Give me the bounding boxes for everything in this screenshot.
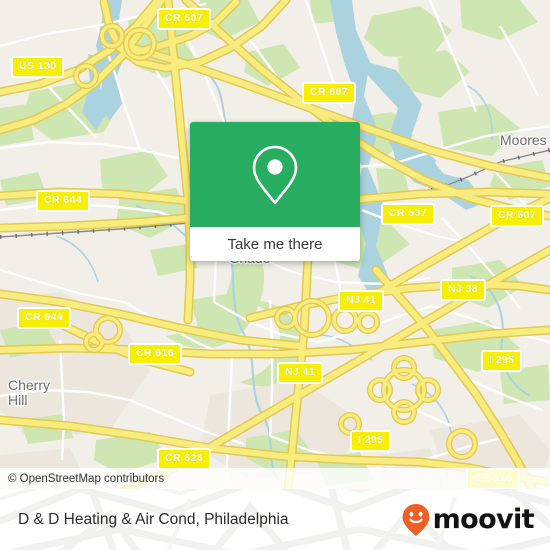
place-title: D & D Heating & Air Cond, Philadelphia <box>18 510 289 528</box>
footer-bar: D & D Heating & Air Cond, Philadelphia m… <box>0 489 550 550</box>
road-shield[interactable]: NJ 38 <box>440 279 487 301</box>
take-me-there-card[interactable]: Take me there <box>190 122 360 261</box>
moovit-place-map-card: Moores Shade Cherry Hill CR 607 US 130 C… <box>0 0 550 550</box>
road-shield[interactable]: NJ 41 <box>277 362 324 384</box>
place-label-cherry-hill: Cherry Hill <box>8 377 51 408</box>
take-me-there-button[interactable]: Take me there <box>190 227 360 261</box>
road-shield[interactable]: CR 537 <box>381 203 436 225</box>
moovit-logo[interactable]: moovit <box>401 503 535 537</box>
road-shield[interactable]: I 295 <box>350 430 392 452</box>
road-shield[interactable]: NJ 41 <box>338 290 385 312</box>
road-shield[interactable]: CR 644 <box>17 307 72 329</box>
road-shield[interactable]: US 130 <box>11 56 65 78</box>
moovit-wordmark: moovit <box>432 504 535 535</box>
road-shield[interactable]: CR 626 <box>157 448 212 470</box>
place-label-moorestown: Moores <box>500 132 547 148</box>
road-shield[interactable]: CR 607 <box>490 205 545 227</box>
map-pin-icon <box>252 145 298 204</box>
road-shield[interactable]: CR 644 <box>36 190 91 212</box>
moovit-pin-smiley-icon <box>402 503 429 536</box>
attribution-text: © OpenStreetMap contributors <box>8 472 165 485</box>
road-shield[interactable]: CR 616 <box>128 343 183 365</box>
map-attribution: © OpenStreetMap contributors <box>0 468 550 489</box>
road-shield[interactable]: CR 607 <box>302 82 357 104</box>
take-me-there-card-image <box>190 122 360 227</box>
take-me-there-label: Take me there <box>227 235 323 253</box>
road-shield[interactable]: CR 607 <box>157 8 212 30</box>
road-shield[interactable]: I 295 <box>481 350 523 372</box>
